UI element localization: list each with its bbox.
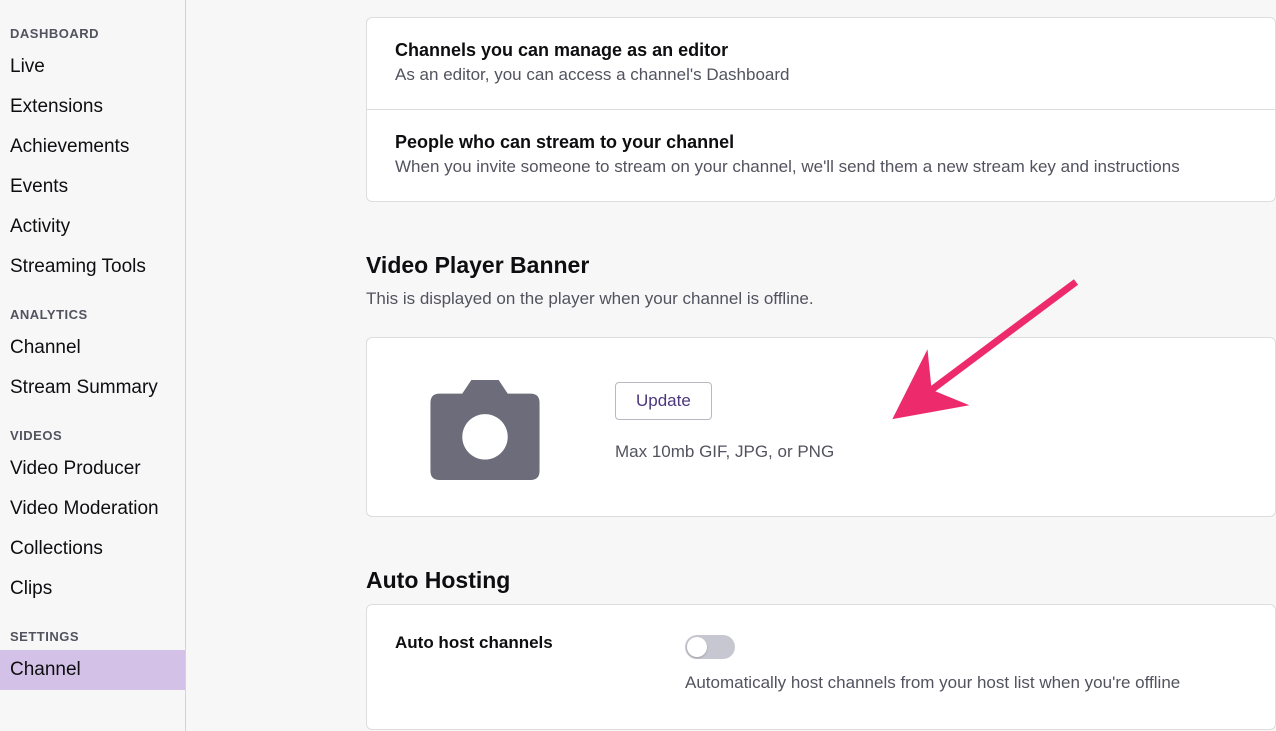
card-title-stream: People who can stream to your channel	[395, 132, 1247, 153]
section-desc-banner: This is displayed on the player when you…	[366, 289, 1276, 309]
nav-header-videos: VIDEOS	[0, 422, 185, 449]
sidebar-item-stream-summary[interactable]: Stream Summary	[0, 368, 185, 408]
autohost-desc: Automatically host channels from your ho…	[685, 673, 1247, 693]
sidebar-item-events[interactable]: Events	[0, 167, 185, 207]
sidebar-item-extensions[interactable]: Extensions	[0, 87, 185, 127]
banner-hint: Max 10mb GIF, JPG, or PNG	[615, 442, 834, 462]
sidebar-item-streaming-tools[interactable]: Streaming Tools	[0, 247, 185, 287]
sidebar-item-activity[interactable]: Activity	[0, 207, 185, 247]
sidebar: DASHBOARD Live Extensions Achievements E…	[0, 0, 186, 731]
sidebar-item-channel-analytics[interactable]: Channel	[0, 328, 185, 368]
nav-header-settings: SETTINGS	[0, 623, 185, 650]
sidebar-item-channel-settings[interactable]: Channel	[0, 650, 185, 690]
main-content: Channels you can manage as an editor As …	[186, 0, 1276, 731]
sidebar-item-clips[interactable]: Clips	[0, 569, 185, 609]
card-title-editor: Channels you can manage as an editor	[395, 40, 1247, 61]
section-title-banner: Video Player Banner	[366, 252, 1276, 279]
toggle-knob	[687, 637, 707, 657]
sidebar-item-video-moderation[interactable]: Video Moderation	[0, 489, 185, 529]
card-editor-channels[interactable]: Channels you can manage as an editor As …	[366, 17, 1276, 110]
update-button[interactable]: Update	[615, 382, 712, 420]
nav-group-dashboard: DASHBOARD Live Extensions Achievements E…	[0, 20, 185, 287]
sidebar-item-achievements[interactable]: Achievements	[0, 127, 185, 167]
nav-header-analytics: ANALYTICS	[0, 301, 185, 328]
sidebar-item-live[interactable]: Live	[0, 47, 185, 87]
section-title-autohost: Auto Hosting	[366, 567, 1276, 594]
banner-card: Update Max 10mb GIF, JPG, or PNG	[366, 337, 1276, 517]
sidebar-item-collections[interactable]: Collections	[0, 529, 185, 569]
sidebar-item-video-producer[interactable]: Video Producer	[0, 449, 185, 489]
banner-placeholder	[425, 364, 545, 480]
nav-header-dashboard: DASHBOARD	[0, 20, 185, 47]
nav-group-settings: SETTINGS Channel	[0, 623, 185, 690]
nav-group-analytics: ANALYTICS Channel Stream Summary	[0, 301, 185, 408]
nav-group-videos: VIDEOS Video Producer Video Moderation C…	[0, 422, 185, 609]
banner-controls: Update Max 10mb GIF, JPG, or PNG	[615, 364, 834, 462]
card-stream-permissions[interactable]: People who can stream to your channel Wh…	[366, 109, 1276, 202]
autohost-label: Auto host channels	[395, 633, 595, 653]
card-desc-editor: As an editor, you can access a channel's…	[395, 65, 1247, 85]
autohost-toggle[interactable]	[685, 635, 735, 659]
card-desc-stream: When you invite someone to stream on you…	[395, 157, 1247, 177]
camera-icon	[430, 380, 540, 480]
autohost-card: Auto host channels Automatically host ch…	[366, 604, 1276, 730]
